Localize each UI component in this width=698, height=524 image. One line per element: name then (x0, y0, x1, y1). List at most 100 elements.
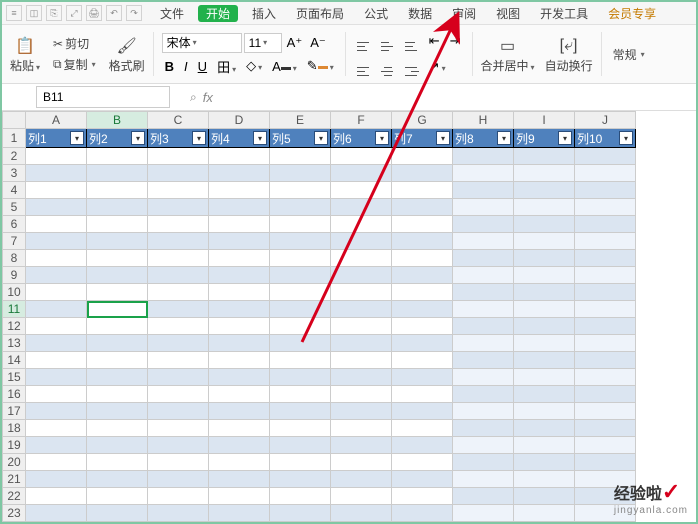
qat-icon-undo[interactable]: ↶ (106, 5, 122, 21)
cell[interactable] (270, 301, 331, 318)
cell[interactable] (26, 505, 87, 522)
spreadsheet-grid[interactable]: ABCDEFGHIJ1列1▾列2▾列3▾列4▾列5▾列6▾列7▾列8▾列9▾列1… (2, 111, 696, 524)
menu-file[interactable]: 文件 (154, 5, 190, 22)
table-header-cell[interactable]: 列10▾ (575, 129, 636, 148)
cell[interactable] (87, 454, 148, 471)
cell[interactable] (575, 233, 636, 250)
cell[interactable] (148, 437, 209, 454)
cell[interactable] (148, 216, 209, 233)
cell[interactable] (209, 284, 270, 301)
cell[interactable] (148, 454, 209, 471)
cell[interactable] (270, 369, 331, 386)
column-header-D[interactable]: D (209, 112, 270, 129)
cell[interactable] (270, 454, 331, 471)
cell[interactable] (148, 318, 209, 335)
cell[interactable] (392, 318, 453, 335)
cell[interactable] (575, 301, 636, 318)
cell[interactable] (514, 437, 575, 454)
cell[interactable] (148, 471, 209, 488)
cell[interactable] (26, 165, 87, 182)
row-header-8[interactable]: 8 (3, 250, 26, 267)
cell[interactable] (453, 420, 514, 437)
cell[interactable] (514, 233, 575, 250)
cell[interactable] (514, 488, 575, 505)
cell[interactable] (514, 471, 575, 488)
cell[interactable] (331, 471, 392, 488)
cell[interactable] (209, 318, 270, 335)
cell[interactable] (209, 420, 270, 437)
cell[interactable] (392, 471, 453, 488)
cell[interactable] (26, 471, 87, 488)
filter-icon[interactable]: ▾ (131, 131, 145, 145)
cell[interactable] (575, 386, 636, 403)
cell[interactable] (514, 267, 575, 284)
table-header-cell[interactable]: 列4▾ (209, 129, 270, 148)
cell[interactable] (331, 437, 392, 454)
cell[interactable] (575, 318, 636, 335)
cell[interactable] (87, 165, 148, 182)
cell[interactable] (148, 386, 209, 403)
cell[interactable] (87, 352, 148, 369)
cell[interactable] (331, 352, 392, 369)
name-box[interactable]: B11 (36, 86, 170, 108)
cell[interactable] (87, 420, 148, 437)
cell[interactable] (87, 369, 148, 386)
cell[interactable] (270, 386, 331, 403)
cell[interactable] (270, 199, 331, 216)
cell[interactable] (148, 267, 209, 284)
cell[interactable] (392, 403, 453, 420)
cell[interactable] (209, 403, 270, 420)
row-header-20[interactable]: 20 (3, 454, 26, 471)
cell[interactable] (209, 454, 270, 471)
cell[interactable] (148, 488, 209, 505)
row-header-4[interactable]: 4 (3, 182, 26, 199)
cell[interactable] (575, 335, 636, 352)
cell[interactable] (392, 437, 453, 454)
cell[interactable] (392, 267, 453, 284)
cell[interactable] (209, 505, 270, 522)
fx-icon[interactable]: fx (203, 90, 213, 105)
cell[interactable] (209, 148, 270, 165)
cell[interactable] (148, 403, 209, 420)
cell[interactable] (392, 505, 453, 522)
cell[interactable] (575, 165, 636, 182)
qat-icon-new[interactable]: ◫ (26, 5, 42, 21)
bold-button[interactable]: B (162, 59, 177, 74)
tab-insert[interactable]: 插入 (246, 5, 282, 22)
cell[interactable] (26, 182, 87, 199)
cell[interactable] (514, 352, 575, 369)
cell[interactable] (392, 454, 453, 471)
cell[interactable] (514, 318, 575, 335)
cell[interactable] (148, 233, 209, 250)
cell[interactable] (514, 369, 575, 386)
cell[interactable] (26, 199, 87, 216)
qat-icon-menu[interactable]: ≡ (6, 5, 22, 21)
cell[interactable] (209, 267, 270, 284)
cell[interactable] (331, 148, 392, 165)
cell[interactable] (514, 284, 575, 301)
table-header-cell[interactable]: 列2▾ (87, 129, 148, 148)
cell[interactable] (575, 352, 636, 369)
search-icon[interactable]: ⌕ (190, 90, 197, 105)
cell[interactable] (514, 454, 575, 471)
cell[interactable] (392, 216, 453, 233)
cell[interactable] (514, 250, 575, 267)
cell[interactable] (331, 165, 392, 182)
cell[interactable] (87, 386, 148, 403)
cell[interactable] (453, 148, 514, 165)
row-header-15[interactable]: 15 (3, 369, 26, 386)
column-header-G[interactable]: G (392, 112, 453, 129)
cell[interactable] (26, 148, 87, 165)
cell[interactable] (87, 199, 148, 216)
row-header-12[interactable]: 12 (3, 318, 26, 335)
cell[interactable] (270, 471, 331, 488)
column-header-J[interactable]: J (575, 112, 636, 129)
cell[interactable] (392, 199, 453, 216)
cell[interactable] (270, 335, 331, 352)
indent-decrease-button[interactable]: ⇤ (426, 33, 443, 49)
cell[interactable] (453, 488, 514, 505)
cell[interactable] (453, 182, 514, 199)
cell[interactable] (26, 352, 87, 369)
cell[interactable] (331, 505, 392, 522)
column-header-H[interactable]: H (453, 112, 514, 129)
